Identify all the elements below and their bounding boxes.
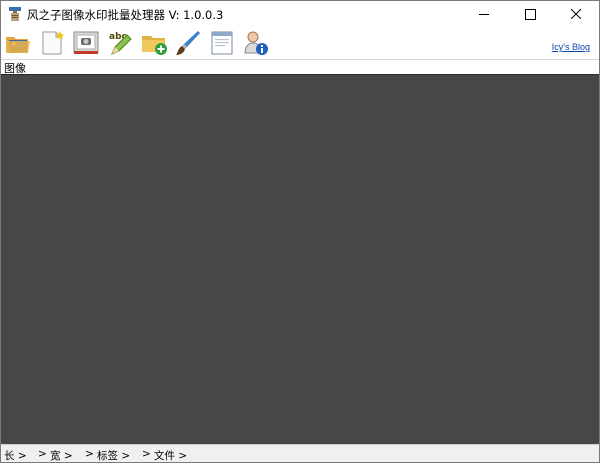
new-project-button[interactable] bbox=[37, 28, 67, 58]
blog-link[interactable]: Icy's Blog bbox=[552, 42, 590, 52]
brush-icon bbox=[176, 31, 200, 55]
add-folder-icon bbox=[142, 36, 167, 55]
window-preview-button[interactable] bbox=[207, 28, 237, 58]
about-info-button[interactable] bbox=[241, 28, 271, 58]
close-button[interactable] bbox=[553, 1, 599, 27]
app-window: 风之子图像水印批量处理器 V: 1.0.0.3 abc Icy's Blog 图… bbox=[0, 0, 600, 463]
about-info-icon bbox=[244, 31, 268, 55]
status-separator-3: > bbox=[142, 448, 151, 460]
picture-watermark-button[interactable] bbox=[71, 28, 101, 58]
minimize-button[interactable] bbox=[461, 1, 507, 27]
picture-watermark-icon bbox=[73, 31, 99, 54]
status-width: 宽 > bbox=[50, 450, 73, 462]
toolbar: abc Icy's Blog bbox=[1, 27, 599, 59]
status-length: 长 > bbox=[4, 450, 27, 462]
maximize-button[interactable] bbox=[507, 1, 553, 27]
status-tag: 标签 > bbox=[97, 450, 131, 462]
text-watermark-button[interactable]: abc bbox=[105, 28, 135, 58]
window-preview-icon bbox=[211, 31, 233, 55]
status-separator-2: > bbox=[85, 448, 94, 460]
new-project-icon bbox=[42, 31, 65, 55]
close-icon bbox=[571, 9, 581, 19]
open-images-icon bbox=[6, 37, 30, 53]
minimize-icon bbox=[479, 13, 489, 15]
title-bar: 风之子图像水印批量处理器 V: 1.0.0.3 bbox=[1, 1, 599, 27]
image-canvas[interactable] bbox=[1, 74, 599, 444]
brush-button[interactable] bbox=[173, 28, 203, 58]
images-section-header: 图像 bbox=[1, 59, 599, 75]
maximize-icon bbox=[524, 8, 536, 20]
status-separator-1: > bbox=[38, 448, 47, 460]
status-bar: 长 > > 宽 > > 标签 > > 文件 > bbox=[1, 444, 599, 462]
status-file: 文件 > bbox=[154, 450, 188, 462]
add-folder-button[interactable] bbox=[139, 28, 169, 58]
open-images-button[interactable] bbox=[3, 28, 33, 58]
text-watermark-icon: abc bbox=[109, 32, 132, 55]
window-title: 风之子图像水印批量处理器 V: 1.0.0.3 bbox=[27, 8, 224, 22]
app-icon bbox=[7, 6, 23, 22]
